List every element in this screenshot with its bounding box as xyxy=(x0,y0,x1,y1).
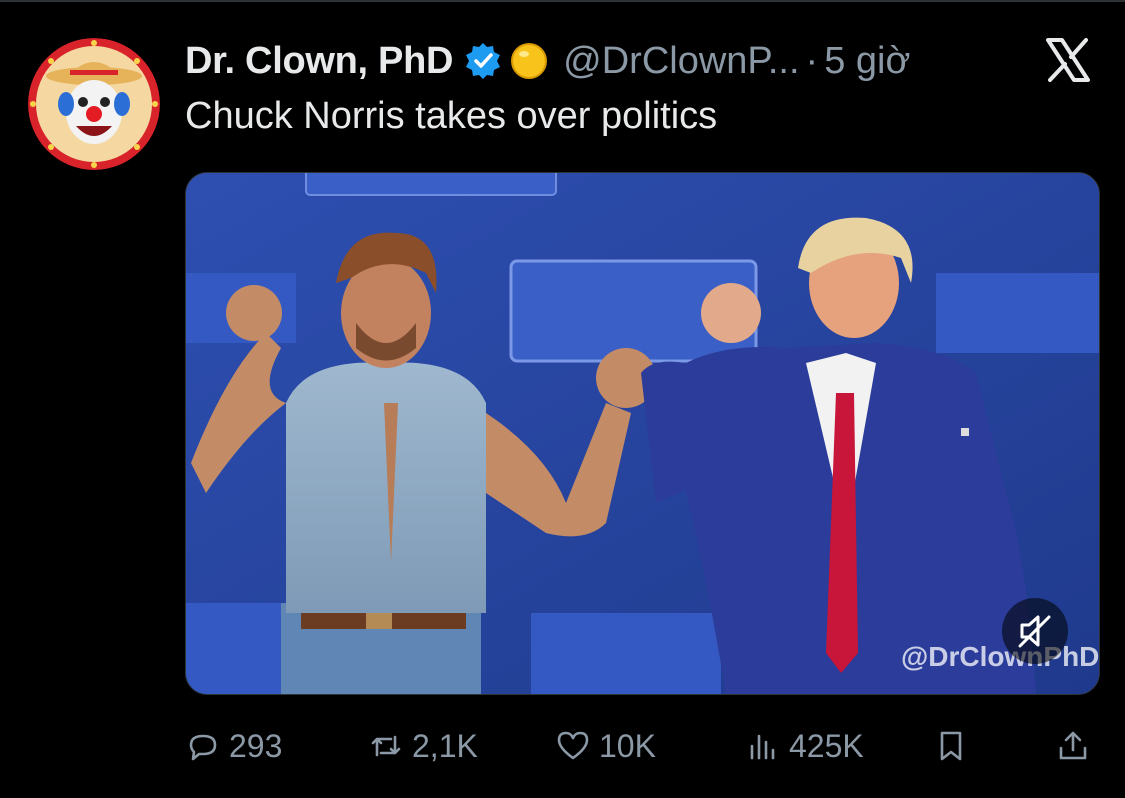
mute-button[interactable] xyxy=(1002,598,1068,664)
repost-icon xyxy=(371,735,401,757)
x-logo-icon[interactable] xyxy=(1042,34,1094,86)
timestamp[interactable]: 5 giờ xyxy=(824,40,910,83)
like-count: 10K xyxy=(599,727,656,764)
reply-count: 293 xyxy=(229,727,283,764)
repost-button[interactable]: 2,1K xyxy=(368,720,478,772)
muted-speaker-icon xyxy=(1018,615,1051,648)
views-button[interactable]: 425K xyxy=(745,720,864,772)
media-watermark: @DrClownPhD xyxy=(901,641,1100,672)
avatar[interactable] xyxy=(28,38,160,170)
separator-dot: · xyxy=(805,39,819,82)
author-handle[interactable]: @DrClownP... xyxy=(563,40,799,83)
yellow-circle-emoji-icon xyxy=(509,41,549,81)
tweet-actions: 293 2,1K 10K 425K xyxy=(185,720,1098,772)
verified-badge-icon xyxy=(463,41,503,81)
reply-icon xyxy=(189,734,217,761)
tweet-text: Chuck Norris takes over politics xyxy=(185,95,718,137)
heart-icon xyxy=(557,731,589,760)
bookmark-button[interactable] xyxy=(933,720,977,772)
share-button[interactable] xyxy=(1055,720,1099,772)
repost-count: 2,1K xyxy=(412,727,478,764)
reply-button[interactable]: 293 xyxy=(185,720,282,772)
views-chart-icon xyxy=(750,734,775,760)
bookmark-icon xyxy=(940,731,962,761)
like-button[interactable]: 10K xyxy=(555,720,656,772)
media-image xyxy=(186,173,1099,694)
top-divider xyxy=(0,0,1125,2)
views-count: 425K xyxy=(789,727,864,764)
tweet-media-video[interactable]: @DrClownPhD xyxy=(185,172,1100,695)
tweet-header: Dr. Clown, PhD @DrClownP... · 5 giờ xyxy=(185,36,910,86)
display-name[interactable]: Dr. Clown, PhD xyxy=(185,40,453,83)
share-icon xyxy=(1059,731,1087,760)
